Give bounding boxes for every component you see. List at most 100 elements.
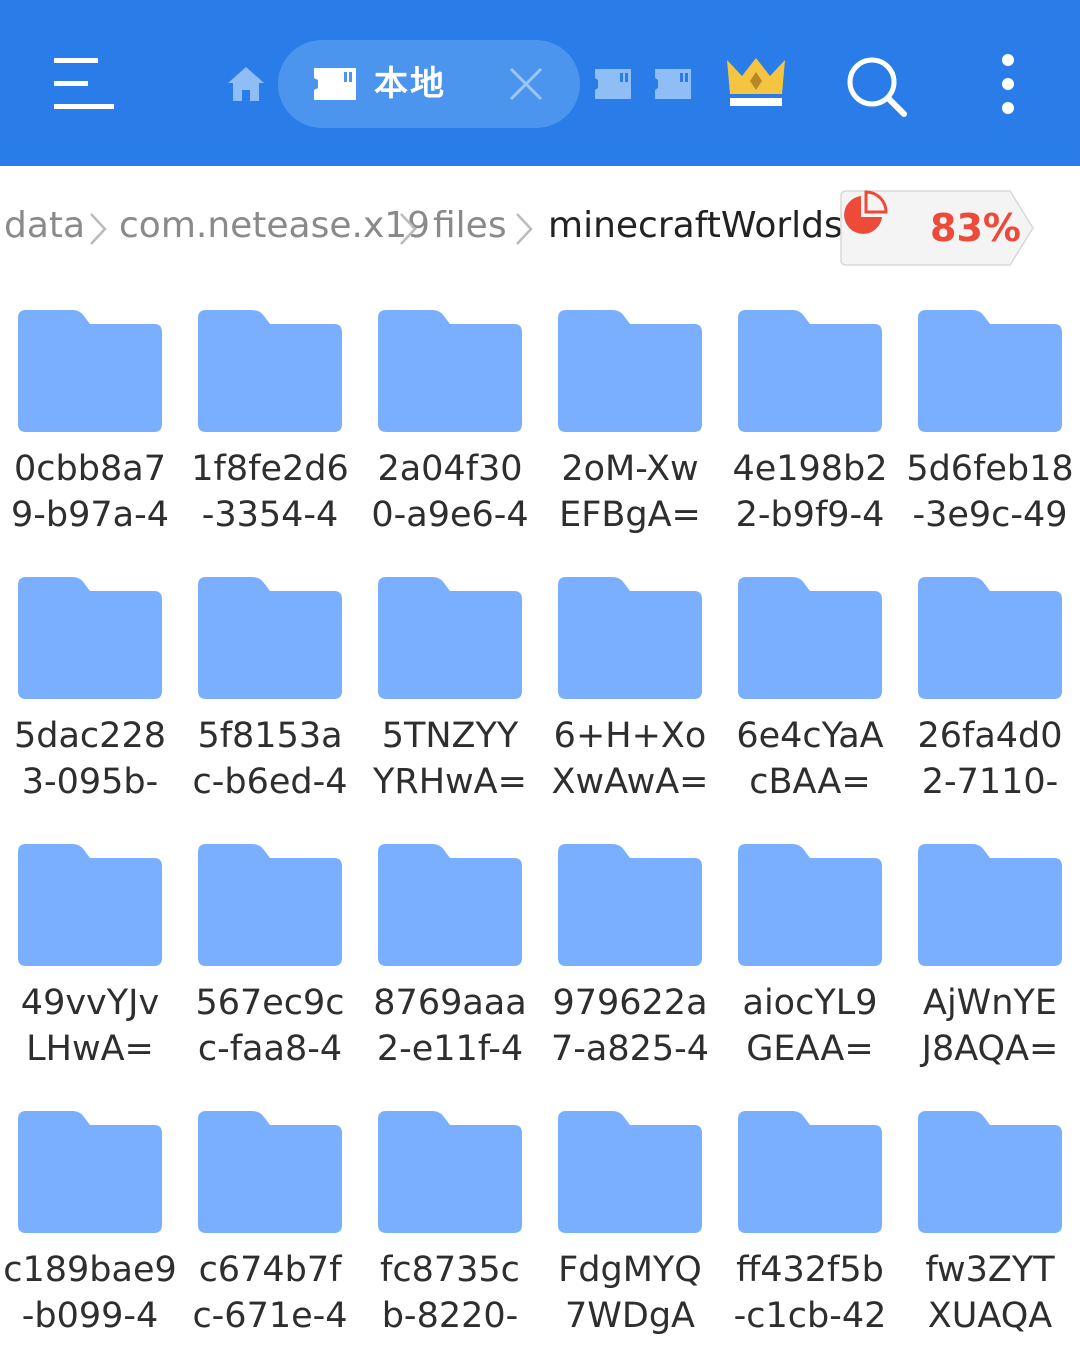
folder-name-line: FdgMYQ <box>558 1250 702 1290</box>
tab-local-storage[interactable]: 本地 <box>278 40 580 128</box>
folder-name-line: 2-7110- <box>921 762 1059 802</box>
folder-name: 49vvYJv LHwA= <box>0 980 180 1072</box>
folder-item[interactable]: 567ec9c c-faa8-4 <box>180 834 360 1101</box>
folder-item[interactable]: ff432f5b -c1cb-42 <box>720 1101 900 1368</box>
folder-name-line: J8AQA= <box>921 1029 1059 1069</box>
folder-name: c674b7f c-671e-4 <box>180 1247 360 1339</box>
folder-name-line: 5d6feb18 <box>906 449 1074 489</box>
folder-name-line: 6+H+Xo <box>553 716 707 756</box>
folder-name-line: cBAA= <box>749 762 871 802</box>
folder-name-line: 567ec9c <box>195 983 345 1023</box>
folder-name-line: ff432f5b <box>736 1250 884 1290</box>
folder-name-line: 979622a <box>552 983 708 1023</box>
folder-icon <box>558 844 702 966</box>
breadcrumb-item-package[interactable]: com.netease.x19 <box>119 204 430 248</box>
folder-name-line: 7-a825-4 <box>550 1029 710 1069</box>
folder-item[interactable]: AjWnYE J8AQA= <box>900 834 1080 1101</box>
home-icon[interactable] <box>226 64 266 104</box>
breadcrumb-item-data[interactable]: data <box>4 204 85 248</box>
folder-icon <box>18 1111 162 1233</box>
folder-name-line: b-8220- <box>381 1296 519 1336</box>
folder-name: fw3ZYT XUAQA <box>900 1247 1080 1339</box>
sd-card-icon[interactable] <box>654 68 692 100</box>
folder-name-line: -3e9c-49 <box>912 495 1068 535</box>
folder-item[interactable]: 26fa4d0 2-7110- <box>900 567 1080 834</box>
folder-item[interactable]: 4e198b2 2-b9f9-4 <box>720 300 900 567</box>
folder-item[interactable]: c674b7f c-671e-4 <box>180 1101 360 1368</box>
folder-item[interactable]: 0cbb8a7 9-b97a-4 <box>0 300 180 567</box>
folder-name: aiocYL9 GEAA= <box>720 980 900 1072</box>
folder-icon <box>738 844 882 966</box>
folder-name: 0cbb8a7 9-b97a-4 <box>0 446 180 538</box>
folder-name-line: 49vvYJv <box>20 983 160 1023</box>
close-icon[interactable] <box>508 66 544 102</box>
folder-name-line: c-671e-4 <box>192 1296 348 1336</box>
sd-card-icon[interactable] <box>594 68 632 100</box>
folder-name: 6+H+Xo XwAwA= <box>540 713 720 805</box>
folder-name: FdgMYQ 7WDgA <box>540 1247 720 1339</box>
sd-card-icon <box>314 68 356 100</box>
folder-item[interactable]: c189bae9 -b099-4 <box>0 1101 180 1368</box>
folder-name-line: c189bae9 <box>3 1250 177 1290</box>
folder-name: 4e198b2 2-b9f9-4 <box>720 446 900 538</box>
tab-label: 本地 <box>374 64 446 104</box>
folder-icon <box>198 1111 342 1233</box>
folder-name: 26fa4d0 2-7110- <box>900 713 1080 805</box>
folder-name-line: LHwA= <box>26 1029 154 1069</box>
folder-item[interactable]: 49vvYJv LHwA= <box>0 834 180 1101</box>
folder-name: AjWnYE J8AQA= <box>900 980 1080 1072</box>
folder-name-line: 2-b9f9-4 <box>735 495 885 535</box>
menu-icon[interactable] <box>52 56 116 112</box>
folder-item[interactable]: 979622a 7-a825-4 <box>540 834 720 1101</box>
folder-item[interactable]: 6e4cYaA cBAA= <box>720 567 900 834</box>
crown-icon[interactable] <box>724 54 788 110</box>
folder-item[interactable]: FdgMYQ 7WDgA <box>540 1101 720 1368</box>
folder-item[interactable]: 2oM-Xw EFBgA= <box>540 300 720 567</box>
folder-name: 979622a 7-a825-4 <box>540 980 720 1072</box>
folder-icon <box>558 577 702 699</box>
folder-item[interactable]: fc8735c b-8220- <box>360 1101 540 1368</box>
folder-icon <box>738 310 882 432</box>
folder-icon <box>198 577 342 699</box>
more-vertical-icon[interactable] <box>996 52 1020 116</box>
folder-name: 5d6feb18 -3e9c-49 <box>900 446 1080 538</box>
chevron-right-icon <box>400 213 417 245</box>
folder-item[interactable]: 1f8fe2d6 -3354-4 <box>180 300 360 567</box>
folder-item[interactable]: 5dac228 3-095b- <box>0 567 180 834</box>
folder-item[interactable]: 6+H+Xo XwAwA= <box>540 567 720 834</box>
folder-name-line: 6e4cYaA <box>736 716 884 756</box>
folder-name-line: GEAA= <box>746 1029 874 1069</box>
storage-usage-badge[interactable]: 83% <box>840 190 1036 266</box>
folder-name-line: 5f8153a <box>197 716 343 756</box>
folder-icon <box>558 310 702 432</box>
folder-name-line: -b099-4 <box>21 1296 159 1336</box>
breadcrumb-item-files[interactable]: files <box>433 204 507 248</box>
folder-item[interactable]: 5f8153a c-b6ed-4 <box>180 567 360 834</box>
folder-name-line: 5TNZYY <box>381 716 519 756</box>
pie-chart-icon <box>844 190 888 234</box>
folder-name-line: 26fa4d0 <box>917 716 1063 756</box>
folder-item[interactable]: fw3ZYT XUAQA <box>900 1101 1080 1368</box>
folder-icon <box>378 577 522 699</box>
folder-icon <box>918 577 1062 699</box>
search-icon[interactable] <box>844 54 908 118</box>
folder-icon <box>18 310 162 432</box>
folder-icon <box>918 310 1062 432</box>
folder-item[interactable]: 8769aaa 2-e11f-4 <box>360 834 540 1101</box>
breadcrumb-item-current[interactable]: minecraftWorlds <box>548 204 843 248</box>
folder-item[interactable]: aiocYL9 GEAA= <box>720 834 900 1101</box>
folder-icon <box>918 844 1062 966</box>
folder-name-line: 2oM-Xw <box>561 449 699 489</box>
folder-name-line: -c1cb-42 <box>733 1296 887 1336</box>
top-app-bar: 本地 <box>0 0 1080 166</box>
folder-item[interactable]: 5d6feb18 -3e9c-49 <box>900 300 1080 567</box>
storage-percent: 83% <box>930 206 1021 250</box>
folder-name-line: fw3ZYT <box>925 1250 1055 1290</box>
folder-name-line: 1f8fe2d6 <box>191 449 349 489</box>
folder-name-line: 0cbb8a7 <box>14 449 166 489</box>
folder-name-line: 5dac228 <box>14 716 166 756</box>
breadcrumb: data com.netease.x19 files minecraftWorl… <box>0 186 1080 266</box>
folder-item[interactable]: 2a04f30 0-a9e6-4 <box>360 300 540 567</box>
folder-name-line: 3-095b- <box>21 762 159 802</box>
folder-item[interactable]: 5TNZYY YRHwA= <box>360 567 540 834</box>
